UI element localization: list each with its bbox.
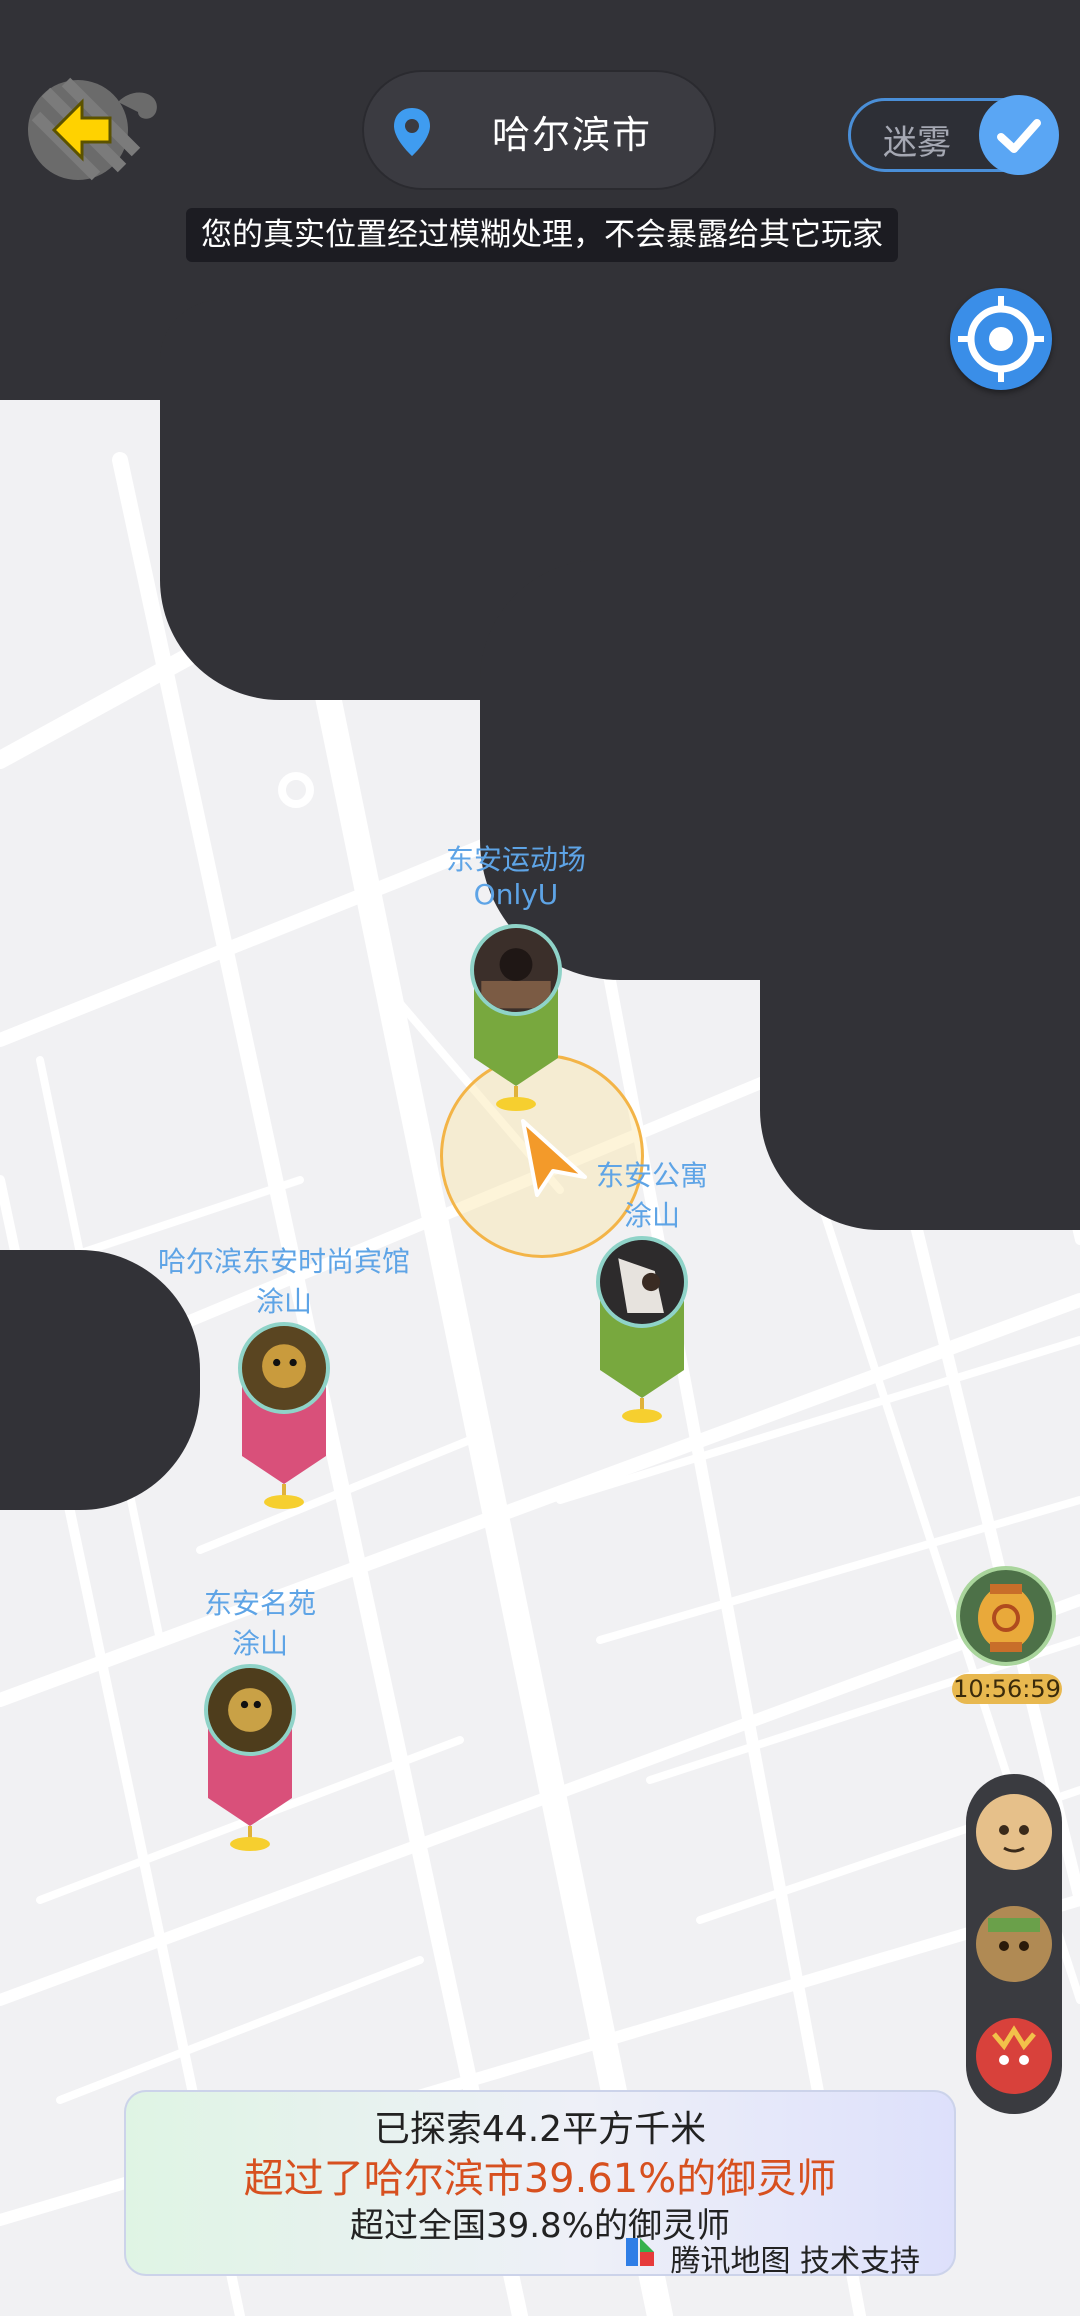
- shikigami-panel: [966, 1774, 1062, 2114]
- shikigami-2-icon[interactable]: [974, 1904, 1054, 1984]
- timer-countdown: 10:56:59: [952, 1674, 1062, 1704]
- marker-player: 涂山: [231, 1627, 288, 1660]
- privacy-notice: 您的真实位置经过模糊处理，不会暴露给其它玩家: [186, 208, 898, 262]
- map-credit: 腾讯地图 技术支持: [626, 2236, 920, 2280]
- shikigami-1-icon[interactable]: [974, 1792, 1054, 1872]
- player-avatar: [596, 1236, 688, 1328]
- map-marker[interactable]: 东安公寓 涂山: [592, 1159, 708, 1426]
- fog-toggle[interactable]: 迷雾: [848, 95, 1059, 175]
- checkmark-icon: [979, 95, 1059, 175]
- marker-place: 东安公寓: [595, 1159, 708, 1192]
- lantern-icon: [956, 1566, 1056, 1666]
- location-pill[interactable]: 哈尔滨市: [362, 70, 716, 190]
- marker-place: 哈尔滨东安时尚宾馆: [157, 1245, 410, 1278]
- marker-player: 涂山: [255, 1285, 312, 1318]
- marker-label: 东安名苑 涂山: [180, 1582, 340, 1662]
- map-credit-text: 腾讯地图 技术支持: [670, 2244, 920, 2279]
- marker-player: OnlyU: [473, 878, 559, 911]
- shikigami-3-icon[interactable]: [974, 2016, 1054, 2096]
- marker-place: 东安名苑: [203, 1587, 316, 1620]
- fog-toggle-label: 迷雾: [883, 123, 951, 163]
- map-marker[interactable]: 东安运动场 OnlyU: [446, 843, 586, 1114]
- explored-area: 已探索44.2平方千米: [373, 2109, 707, 2150]
- tencent-map-icon: [626, 2238, 655, 2266]
- map-screen[interactable]: 哈尔滨市 迷雾 您的真实位置经过模糊处理，不会暴露给其它玩家 东安运动场 Onl…: [0, 0, 1080, 2316]
- player-avatar: [470, 924, 562, 1016]
- event-timer[interactable]: 10:56:59: [952, 1566, 1062, 1706]
- location-pin-icon: [394, 108, 430, 156]
- marker-label: 东安运动场 OnlyU: [406, 838, 626, 911]
- map-marker[interactable]: 哈尔滨东安时尚宾馆 涂山: [158, 1245, 410, 1512]
- marker-place: 东安运动场: [445, 843, 586, 876]
- city-name: 哈尔滨市: [492, 113, 653, 157]
- fog-region-right: [760, 900, 1080, 1230]
- exploration-stats: 已探索44.2平方千米 超过了哈尔滨市39.61%的御灵师 超过全国39.8%的…: [124, 2090, 956, 2279]
- back-arrow-icon[interactable]: [26, 72, 166, 184]
- city-rank: 超过了哈尔滨市39.61%的御灵师: [243, 2156, 837, 2202]
- marker-player: 涂山: [623, 1199, 680, 1232]
- map-marker[interactable]: 东安名苑 涂山: [200, 1587, 316, 1854]
- marker-label: 哈尔滨东安时尚宾馆 涂山: [124, 1240, 444, 1320]
- player-avatar: [238, 1322, 330, 1414]
- player-avatar: [204, 1664, 296, 1756]
- marker-label: 东安公寓 涂山: [572, 1154, 732, 1234]
- locate-target-icon[interactable]: [950, 288, 1052, 390]
